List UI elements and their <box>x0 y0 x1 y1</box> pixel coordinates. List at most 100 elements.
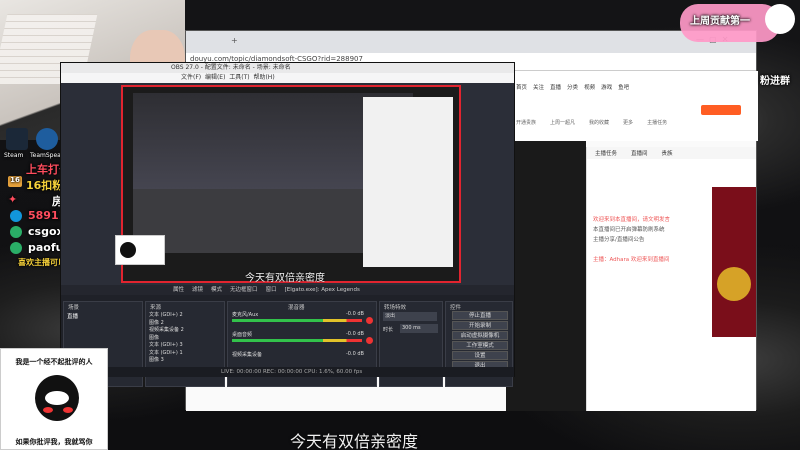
obs-docks: 场景 直播 来源 文本 (GDI+) 2 图像 2 视频采集设备 2 图像 文本… <box>61 295 514 387</box>
site-nav-item[interactable]: 分类 <box>567 83 578 91</box>
duration-input[interactable]: 300 ms <box>400 324 438 333</box>
bear-cheek <box>63 407 73 413</box>
obs-menu-item[interactable]: 工具(T) <box>229 74 249 81</box>
source-item[interactable]: 图像 <box>149 335 184 343</box>
screen: Steam TeamSpeak 上车打号一天 16 16扣粉丝牌+房管 ✦ 房管… <box>0 0 800 450</box>
obs-status-bar: LIVE: 00:00:00 REC: 00:00:00 CPU: 1.6%, … <box>61 367 514 377</box>
site-action[interactable]: 更多 <box>623 119 633 126</box>
window-select[interactable]: [Elgato.exe]: Apex Legends <box>285 285 360 295</box>
desk-icon-label: Steam <box>4 152 24 159</box>
chat-message: 本直播间已开启弹幕防刷系统 <box>593 227 665 233</box>
chat-tabs: 主播任务 直播间 贵族 <box>587 147 756 159</box>
source-item[interactable]: 文本 (GDI+) 3 <box>149 342 184 350</box>
transition-select[interactable]: 淡出 <box>383 312 437 321</box>
chat-tab[interactable]: 直播间 <box>631 149 648 157</box>
site-action[interactable]: 开通贵族 <box>516 119 536 126</box>
obs-window: OBS 27.0 - 配置文件: 未命名 - 场景: 未命名 文件(F) 编辑(… <box>60 62 515 387</box>
site-action[interactable]: 我的收藏 <box>589 119 609 126</box>
filters-button[interactable]: 滤镜 <box>192 285 203 295</box>
site-nav-item[interactable]: 游戏 <box>601 83 612 91</box>
settings-button[interactable]: 设置 <box>452 351 508 360</box>
banner-text: 上周贡献第一 <box>690 16 750 27</box>
obs-menu-item[interactable]: 编辑(E) <box>205 74 225 81</box>
virtual-camera-button[interactable]: 启动虚拟摄像机 <box>452 331 508 340</box>
qq-icon <box>10 210 22 222</box>
chat-tab[interactable]: 主播任务 <box>595 149 617 157</box>
mode-select[interactable]: 无边框窗口 <box>230 285 258 295</box>
mute-icon[interactable] <box>366 337 373 344</box>
mode-label: 模式 <box>211 287 223 293</box>
obs-preview <box>121 85 461 283</box>
wechat-icon <box>10 226 22 238</box>
obs-title: OBS 27.0 - 配置文件: 未命名 - 场景: 未命名 <box>61 63 514 73</box>
obs-menu: 文件(F) 编辑(E) 工具(T) 帮助(H) <box>61 73 514 83</box>
steam-icon[interactable] <box>6 128 28 150</box>
chat-message: 欢迎来到本直播间，请文明发言 <box>593 217 671 223</box>
mixer-track-db: -0.0 dB <box>346 311 364 317</box>
site-actions: 开通贵族 上周一超凡 我的收藏 更多 主播任务 <box>516 119 756 126</box>
volume-meter <box>232 319 362 322</box>
dock-title: 混音器 <box>288 305 305 311</box>
chat-message: 主播分享/直播间公告 <box>593 237 645 243</box>
obs-menu-item[interactable]: 帮助(H) <box>253 74 274 81</box>
meme-bottom-text: 如果你批评我，我就骂你 <box>15 438 93 446</box>
bear-icon <box>120 242 136 258</box>
gift-icon: ✦ <box>8 193 18 206</box>
site-nav-item[interactable]: 视频 <box>584 83 595 91</box>
site-nav-item[interactable]: 关注 <box>533 83 544 91</box>
nested-chat <box>363 97 453 267</box>
mixer-track-label: 视频采集设备 <box>232 352 263 358</box>
source-toolbar: 属性 滤镜 模式 无边框窗口 窗口 [Elgato.exe]: Apex Leg… <box>61 285 514 295</box>
wechat-icon <box>10 242 22 254</box>
source-item[interactable]: 视频采集设备 2 <box>149 327 184 335</box>
source-item[interactable]: 图像 3 <box>149 357 184 365</box>
activity-sidebar <box>712 187 756 337</box>
studio-mode-button[interactable]: 工作室模式 <box>452 341 508 350</box>
window-label: 窗口 <box>265 287 277 293</box>
meme-image: 我是一个经不起批评的人 如果你批评我，我就骂你 <box>0 348 108 450</box>
site-nav-item[interactable]: 鱼吧 <box>618 83 629 91</box>
bear-face <box>45 391 69 405</box>
mixer-track-label: 麦克风/Aux <box>232 312 259 318</box>
subtitle-small: 今天有双倍亲密度 <box>245 273 325 284</box>
badge-icon[interactable] <box>717 267 751 301</box>
mixer-track-db: -0.0 dB <box>346 331 364 337</box>
mixer-track-label: 桌面音频 <box>232 332 253 338</box>
bunny-icon <box>765 4 795 34</box>
duration-label: 时长 <box>383 327 394 333</box>
source-list: 文本 (GDI+) 2 图像 2 视频采集设备 2 图像 文本 (GDI+) 3… <box>149 312 184 365</box>
properties-button[interactable]: 属性 <box>173 285 184 295</box>
source-item[interactable]: 图像 2 <box>149 320 184 328</box>
source-item[interactable]: 文本 (GDI+) 2 <box>149 312 184 320</box>
pc-client-button[interactable] <box>701 105 741 115</box>
chat-tab[interactable]: 贵族 <box>662 149 673 157</box>
new-tab-icon[interactable]: + <box>231 36 238 45</box>
banner-side-text: 粉进群 <box>760 76 790 87</box>
start-recording-button[interactable]: 开始录制 <box>452 321 508 330</box>
site-action[interactable]: 上周一超凡 <box>550 119 575 126</box>
teamspeak-icon[interactable] <box>36 128 58 150</box>
meme-top-text: 我是一个经不起批评的人 <box>15 358 93 366</box>
bear-cheek <box>43 407 53 413</box>
chat-message: 主播：Adhara 欢迎来到直播间 <box>593 257 670 263</box>
level-badge: 16 <box>8 176 22 187</box>
scene-item[interactable]: 直播 <box>67 312 78 320</box>
dock-title: 控件 <box>450 305 462 311</box>
site-nav-item[interactable]: 首页 <box>516 83 527 91</box>
site-nav-item[interactable]: 直播 <box>550 83 561 91</box>
chat-panel: 主播任务 直播间 贵族 欢迎来到本直播间，请文明发言 本直播间已开启弹幕防刷系统… <box>586 147 756 411</box>
dock-title: 转场特效 <box>384 305 407 311</box>
follow-sticker <box>115 235 165 265</box>
stream-video <box>506 141 586 411</box>
subtitle-big: 今天有双倍亲密度 <box>290 432 419 450</box>
mute-icon[interactable] <box>366 317 373 324</box>
dock-title: 场景 <box>68 305 80 311</box>
site-nav: 首页 关注 直播 分类 视频 游戏 鱼吧 <box>516 83 756 91</box>
top-banner: 上周贡献第一 <box>640 0 800 48</box>
source-item[interactable]: 文本 (GDI+) 1 <box>149 350 184 358</box>
stop-streaming-button[interactable]: 停止直播 <box>452 311 508 320</box>
mixer-track-db: -0.0 dB <box>346 351 364 357</box>
obs-menu-item[interactable]: 文件(F) <box>181 74 201 81</box>
dock-title: 来源 <box>150 305 162 311</box>
site-action[interactable]: 主播任务 <box>647 119 667 126</box>
